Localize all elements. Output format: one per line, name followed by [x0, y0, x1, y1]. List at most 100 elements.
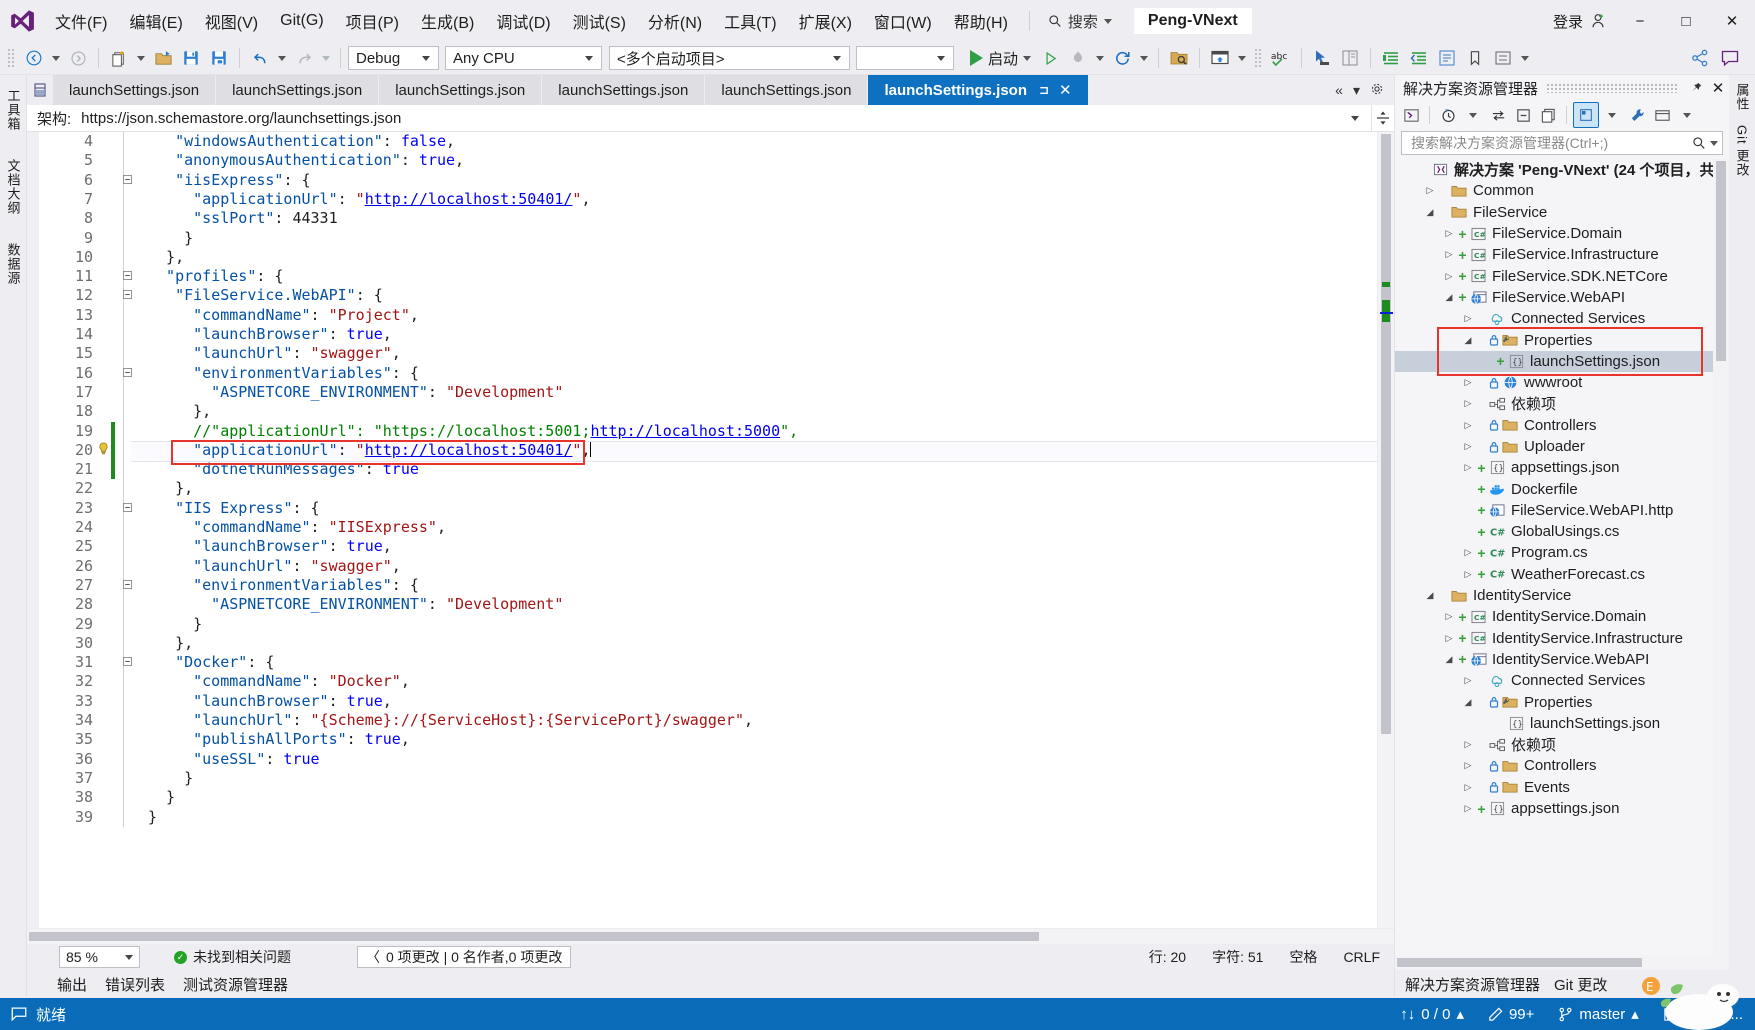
scrollbar-thumb[interactable]: [29, 932, 1039, 941]
code-line[interactable]: 29}: [39, 615, 1377, 634]
tab-list-dropdown-icon[interactable]: ▾: [1349, 80, 1364, 101]
code-line[interactable]: 16 "environmentVariables": {: [39, 364, 1377, 383]
close-button[interactable]: ✕: [1709, 0, 1755, 42]
tree-node[interactable]: ◢ IdentityService: [1395, 585, 1713, 606]
menu-item-tools[interactable]: 工具(T): [713, 5, 787, 37]
code-line[interactable]: 35 "publishAllPorts": true,: [39, 730, 1377, 749]
share-button[interactable]: [1687, 45, 1713, 71]
chevron-down-icon[interactable]: ◢: [1441, 654, 1457, 665]
chevron-down-icon[interactable]: ◢: [1460, 697, 1476, 708]
menu-item-project[interactable]: 项目(P): [335, 5, 410, 37]
tree-node-selected[interactable]: + {} launchSettings.json: [1395, 350, 1713, 372]
pane-tab-git-changes[interactable]: Git 更改: [1554, 974, 1607, 995]
chevron-right-icon[interactable]: ▷: [1460, 420, 1476, 431]
line-ending-indicator[interactable]: CRLF: [1343, 949, 1380, 965]
sign-in-button[interactable]: 登录: [1543, 11, 1617, 32]
code-line[interactable]: 6 "iisExpress": {: [39, 171, 1377, 190]
solution-search-box[interactable]: [1401, 131, 1723, 155]
rail-item-document-outline[interactable]: 文档大纲: [4, 153, 23, 221]
solution-tree-scrollbar[interactable]: [1713, 159, 1729, 955]
bottom-tab-error-list[interactable]: 错误列表: [105, 974, 165, 995]
document-tab[interactable]: launchSettings.json: [53, 75, 217, 105]
solution-home-icon[interactable]: [1399, 103, 1423, 127]
tree-node[interactable]: ▷ + C# FileService.Infrastructure: [1395, 244, 1713, 265]
tree-node[interactable]: ◢ + IdentityService.WebAPI: [1395, 649, 1713, 670]
code-line[interactable]: 37}: [39, 769, 1377, 788]
code-token[interactable]: http://localhost:5000: [590, 422, 780, 440]
fold-toggle-icon[interactable]: [121, 364, 133, 383]
chevron-right-icon[interactable]: ▷: [1460, 398, 1476, 409]
chevron-down-icon[interactable]: ◢: [1422, 590, 1438, 601]
tree-node[interactable]: ▷ + C# IdentityService.Domain: [1395, 606, 1713, 627]
tree-node[interactable]: ▷ + C# FileService.Domain: [1395, 223, 1713, 244]
chevron-right-icon[interactable]: ▷: [1441, 633, 1457, 644]
solution-search-input[interactable]: [1409, 134, 1692, 152]
code-line[interactable]: 14 "launchBrowser": true,: [39, 325, 1377, 344]
tree-node[interactable]: ▷ + {} appsettings.json: [1395, 798, 1713, 819]
code-text-area[interactable]: 4 "windowsAuthentication": false, 5 "anonym…: [39, 132, 1377, 928]
code-line[interactable]: 13 "commandName": "Project",: [39, 306, 1377, 325]
code-line[interactable]: 27 "environmentVariables": {: [39, 576, 1377, 595]
document-tab-active[interactable]: launchSettings.json ⊐ ✕: [868, 75, 1089, 105]
code-line[interactable]: 31 "Docker": {: [39, 653, 1377, 672]
platform-combo[interactable]: Any CPU: [445, 46, 602, 70]
properties-view-icon[interactable]: [1573, 102, 1599, 128]
tree-node[interactable]: ▷ 依赖项: [1395, 393, 1713, 414]
chevron-down-icon[interactable]: ◢: [1441, 292, 1457, 303]
tree-node[interactable]: ◢ Properties: [1395, 691, 1713, 712]
tree-node[interactable]: ◢ FileService: [1395, 202, 1713, 223]
undo-button[interactable]: [247, 45, 273, 71]
toolbar-grip-2[interactable]: [1254, 48, 1264, 68]
status-branch-item[interactable]: master ▴: [1546, 998, 1650, 1030]
document-tab[interactable]: launchSettings.json: [216, 75, 380, 105]
menu-item-window[interactable]: 窗口(W): [863, 5, 943, 37]
live-preview-button[interactable]: [1207, 45, 1233, 71]
document-tab[interactable]: launchSettings.json: [379, 75, 543, 105]
tree-node[interactable]: ▷ + {} appsettings.json: [1395, 457, 1713, 478]
search-in-files-button[interactable]: [1166, 45, 1192, 71]
bottom-tab-test-explorer[interactable]: 测试资源管理器: [183, 974, 288, 995]
chevron-right-icon[interactable]: ▷: [1422, 185, 1438, 196]
navigate-back-button[interactable]: [21, 45, 47, 71]
issues-indicator[interactable]: ✓ 未找到相关问题: [174, 947, 291, 967]
live-preview-dropdown[interactable]: [1235, 45, 1249, 71]
chevron-right-icon[interactable]: ▷: [1441, 271, 1457, 282]
rail-item-toolbox[interactable]: 工具箱: [4, 83, 23, 137]
open-file-button[interactable]: [150, 45, 176, 71]
tree-node[interactable]: ▷ + C# Program.cs: [1395, 542, 1713, 563]
status-repo-item[interactable]: net-not...: [1651, 998, 1755, 1030]
extra-combo[interactable]: [856, 46, 954, 70]
tree-node[interactable]: ◢ Properties: [1395, 329, 1713, 350]
comment-button[interactable]: [1434, 45, 1460, 71]
chevron-down-icon[interactable]: [1351, 115, 1359, 121]
code-line[interactable]: 19 //"applicationUrl": "https://localhost…: [39, 421, 1377, 441]
menu-item-test[interactable]: 测试(S): [562, 5, 637, 37]
show-all-files-icon[interactable]: [1536, 103, 1560, 127]
chevron-right-icon[interactable]: ▷: [1441, 249, 1457, 260]
chevron-right-icon[interactable]: ▷: [1441, 228, 1457, 239]
menu-item-file[interactable]: 文件(F): [44, 5, 118, 37]
code-line[interactable]: 10},: [39, 248, 1377, 267]
code-line[interactable]: 20 "applicationUrl": "http://localhost:50…: [39, 440, 1377, 461]
lightbulb-icon[interactable]: [97, 441, 109, 460]
code-line[interactable]: 23 "IIS Express": {: [39, 499, 1377, 518]
scrollbar-thumb[interactable]: [1381, 134, 1391, 734]
fold-toggle-icon[interactable]: [121, 286, 133, 305]
wrench-icon[interactable]: [1625, 103, 1649, 127]
zoom-level-combo[interactable]: 85 %: [59, 946, 140, 968]
chevron-right-icon[interactable]: ▷: [1460, 313, 1476, 324]
code-line[interactable]: 17 "ASPNETCORE_ENVIRONMENT": "Development…: [39, 383, 1377, 402]
chevron-down-icon[interactable]: [1023, 55, 1032, 61]
tree-node[interactable]: ▷ Common: [1395, 180, 1713, 201]
tree-node[interactable]: ▷ 依赖项: [1395, 734, 1713, 755]
tree-node[interactable]: ▷ Events: [1395, 777, 1713, 798]
code-line[interactable]: 28 "ASPNETCORE_ENVIRONMENT": "Development…: [39, 595, 1377, 614]
add-region-button[interactable]: [1490, 45, 1516, 71]
chevron-right-icon[interactable]: ▷: [1441, 611, 1457, 622]
code-line[interactable]: 33 "launchBrowser": true,: [39, 692, 1377, 711]
chevron-right-icon[interactable]: ▷: [1460, 462, 1476, 473]
indent-increase-button[interactable]: [1378, 45, 1404, 71]
toggle-panel-button[interactable]: [1337, 45, 1363, 71]
code-token[interactable]: http://localhost:50401/: [365, 190, 573, 208]
tab-settings-gear-icon[interactable]: [1366, 80, 1388, 101]
